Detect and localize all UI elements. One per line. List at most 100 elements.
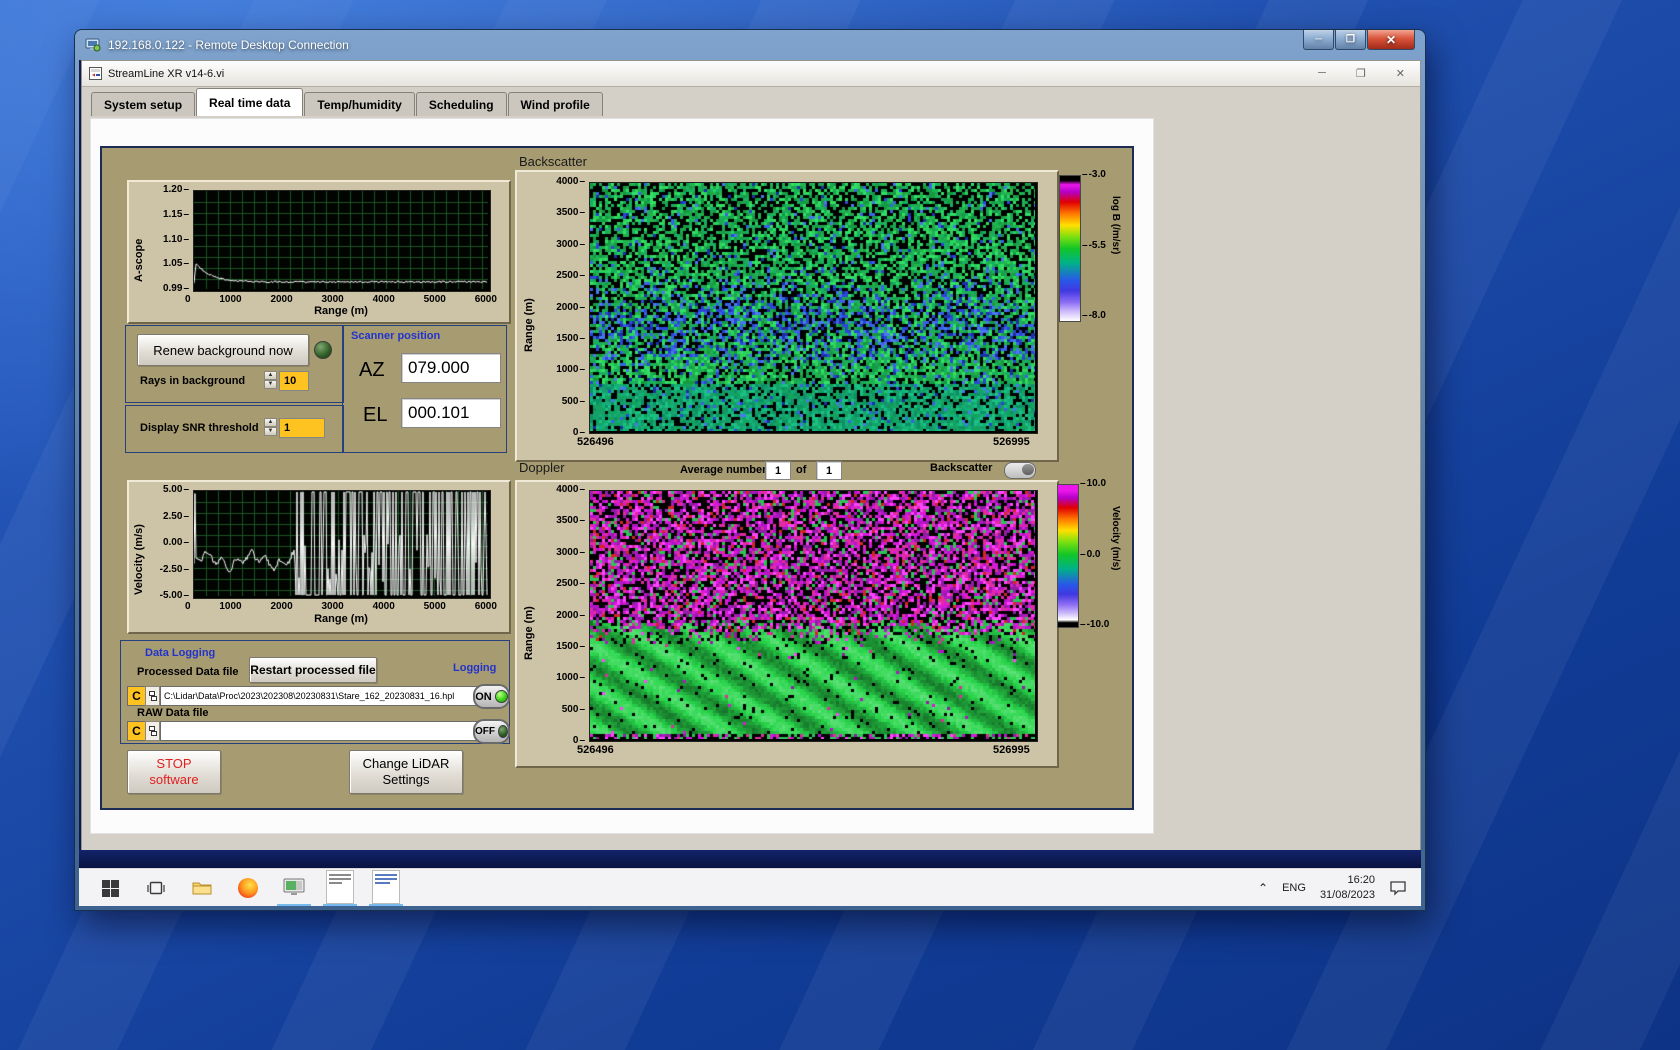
app-restore-button[interactable]: ❐: [1356, 67, 1366, 80]
lidar-panel: A-scope 1.201.151.101.050.99 01000200030…: [100, 146, 1134, 810]
processed-path-field[interactable]: C:\Lidar\Data\Proc\2023\202308\20230831\…: [160, 686, 477, 706]
doppler-heatmap: [589, 490, 1038, 742]
doppler-y-axis-label: Range (m): [523, 580, 535, 660]
scan-schedule-task-button[interactable]: [323, 870, 357, 906]
app-title-text: StreamLine XR v14-6.vi: [108, 68, 224, 80]
backscatter-x-start: 526496: [577, 436, 614, 448]
remote-taskbar: ⌃ ENG 16:20 31/08/2023: [79, 868, 1421, 906]
logging-label: Logging: [453, 662, 496, 674]
el-label: EL: [363, 404, 387, 427]
background-group: Renew background now Rays in background …: [125, 325, 344, 403]
doppler-title: Doppler: [519, 460, 565, 475]
rdp-minimize-button[interactable]: ─: [1303, 30, 1334, 50]
stop-software-button[interactable]: STOP software: [127, 750, 221, 794]
tab-real-time-data[interactable]: Real time data: [196, 88, 303, 117]
tab-wind-profile[interactable]: Wind profile: [508, 92, 603, 117]
folder-icon: [192, 880, 212, 896]
background-status-led: [314, 341, 332, 359]
scanner-position-title: Scanner position: [351, 330, 440, 342]
clock-date: 31/08/2023: [1320, 888, 1375, 903]
app-minimize-button[interactable]: ─: [1318, 67, 1326, 80]
velocity-trace: [194, 491, 488, 596]
windows-logo-icon: [102, 880, 119, 897]
app-window: StreamLine XR v14-6.vi ─ ❐ ✕ System setu…: [81, 60, 1421, 852]
host-desktop: 192.168.0.122 - Remote Desktop Connectio…: [0, 0, 1680, 1050]
doppler-heatmap-canvas: [590, 491, 1035, 739]
processed-logging-toggle[interactable]: ON: [473, 684, 510, 709]
rays-value-field[interactable]: 10: [279, 371, 309, 391]
browse-icon: [149, 726, 157, 736]
processed-drive-selector[interactable]: C: [127, 686, 146, 706]
tab-system-setup[interactable]: System setup: [91, 92, 195, 117]
doppler-plot-frame: Range (m) 400035003000250020001500100050…: [515, 480, 1059, 768]
remote-session-area: StreamLine XR v14-6.vi ─ ❐ ✕ System setu…: [79, 60, 1421, 906]
raw-logging-toggle[interactable]: OFF: [473, 719, 510, 744]
raw-browse-button[interactable]: [145, 721, 160, 741]
doppler-x-start: 526496: [577, 744, 614, 756]
backscatter-y-axis-label: Range (m): [523, 272, 535, 352]
rdp-restore-button[interactable]: ❐: [1335, 30, 1366, 50]
processed-browse-button[interactable]: [145, 686, 160, 706]
rdp-session-task-button[interactable]: [277, 870, 311, 906]
ascope-trace: [194, 191, 488, 289]
backscatter-colorbar-label: log B (/m/sr): [1110, 196, 1121, 296]
velocity-y-ticks: 5.002.500.00-2.50-5.00: [147, 484, 189, 601]
of-label: of: [796, 464, 806, 476]
average-total-field[interactable]: 1: [816, 461, 842, 480]
average-number-field[interactable]: 1: [765, 461, 791, 480]
language-indicator[interactable]: ENG: [1282, 882, 1306, 894]
notes-doc-icon: [372, 870, 400, 904]
rdp-close-button[interactable]: ✕: [1367, 30, 1415, 50]
monitor-icon: [283, 878, 305, 896]
browse-icon: [149, 691, 157, 701]
doppler-colorbar: [1057, 484, 1079, 628]
clock-time: 16:20: [1320, 873, 1375, 888]
ascope-y-ticks: 1.201.151.101.050.99: [149, 184, 189, 294]
change-settings-line2: Settings: [383, 772, 430, 788]
change-lidar-settings-button[interactable]: Change LiDAR Settings: [349, 750, 463, 794]
raw-toggle-label: OFF: [475, 726, 495, 737]
velocity-x-ticks: 0 1000 2000 3000 4000 5000 6000: [185, 601, 497, 612]
backscatter-title: Backscatter: [519, 154, 587, 169]
file-explorer-button[interactable]: [185, 871, 219, 905]
app-close-button[interactable]: ✕: [1396, 67, 1405, 80]
backscatter-x-end: 526995: [993, 436, 1030, 448]
tab-strip: System setup Real time data Temp/humidit…: [82, 87, 1420, 117]
snr-spinner[interactable]: ▲ ▼: [264, 418, 277, 436]
processed-toggle-label: ON: [475, 691, 492, 703]
backscatter-plot-frame: Range (m) 400035003000250020001500100050…: [515, 170, 1059, 462]
task-view-icon: [147, 880, 165, 896]
app-titlebar[interactable]: StreamLine XR v14-6.vi ─ ❐ ✕: [82, 61, 1420, 87]
raw-data-file-label: RAW Data file: [137, 707, 209, 719]
raw-path-field[interactable]: [160, 721, 477, 741]
start-button[interactable]: [93, 871, 127, 905]
task-view-button[interactable]: [139, 871, 173, 905]
data-logging-title: Data Logging: [145, 647, 215, 659]
rdp-titlebar[interactable]: 192.168.0.122 - Remote Desktop Connectio…: [75, 30, 1425, 60]
rays-spinner[interactable]: ▲ ▼: [264, 371, 277, 389]
backscatter-colorbar: [1059, 175, 1081, 322]
rays-in-background-label: Rays in background: [140, 375, 245, 387]
notification-center-icon[interactable]: [1389, 880, 1407, 896]
tray-chevron[interactable]: ⌃: [1258, 881, 1268, 895]
backscatter-display-toggle[interactable]: [1004, 462, 1036, 479]
firefox-button[interactable]: [231, 871, 265, 905]
ascope-x-axis-label: Range (m): [193, 305, 489, 317]
ascope-x-ticks: 0 1000 2000 3000 4000 5000 6000: [185, 294, 497, 305]
taskbar-clock[interactable]: 16:20 31/08/2023: [1320, 873, 1375, 903]
el-value-field: 000.101: [401, 398, 501, 428]
snr-value-field[interactable]: 1: [279, 418, 325, 438]
scan-schedule-doc-icon: [326, 870, 354, 904]
backscatter-heatmap: [589, 182, 1038, 434]
renew-background-button[interactable]: Renew background now: [137, 334, 309, 366]
raw-drive-selector[interactable]: C: [127, 721, 146, 741]
backscatter-toggle-label: Backscatter: [930, 462, 992, 474]
tab-temp-humidity[interactable]: Temp/humidity: [304, 92, 414, 117]
snr-group: Display SNR threshold ▲ ▼ 1: [125, 405, 344, 453]
restart-processed-file-button[interactable]: Restart processed file: [249, 657, 377, 683]
tab-scheduling[interactable]: Scheduling: [416, 92, 507, 117]
processed-logging-led: [495, 690, 508, 703]
backscatter-colorbar-ticks: -3.0-5.5-8.0: [1082, 169, 1106, 321]
notes-task-button[interactable]: [369, 870, 403, 906]
remote-wallpaper-strip: [79, 850, 1421, 868]
